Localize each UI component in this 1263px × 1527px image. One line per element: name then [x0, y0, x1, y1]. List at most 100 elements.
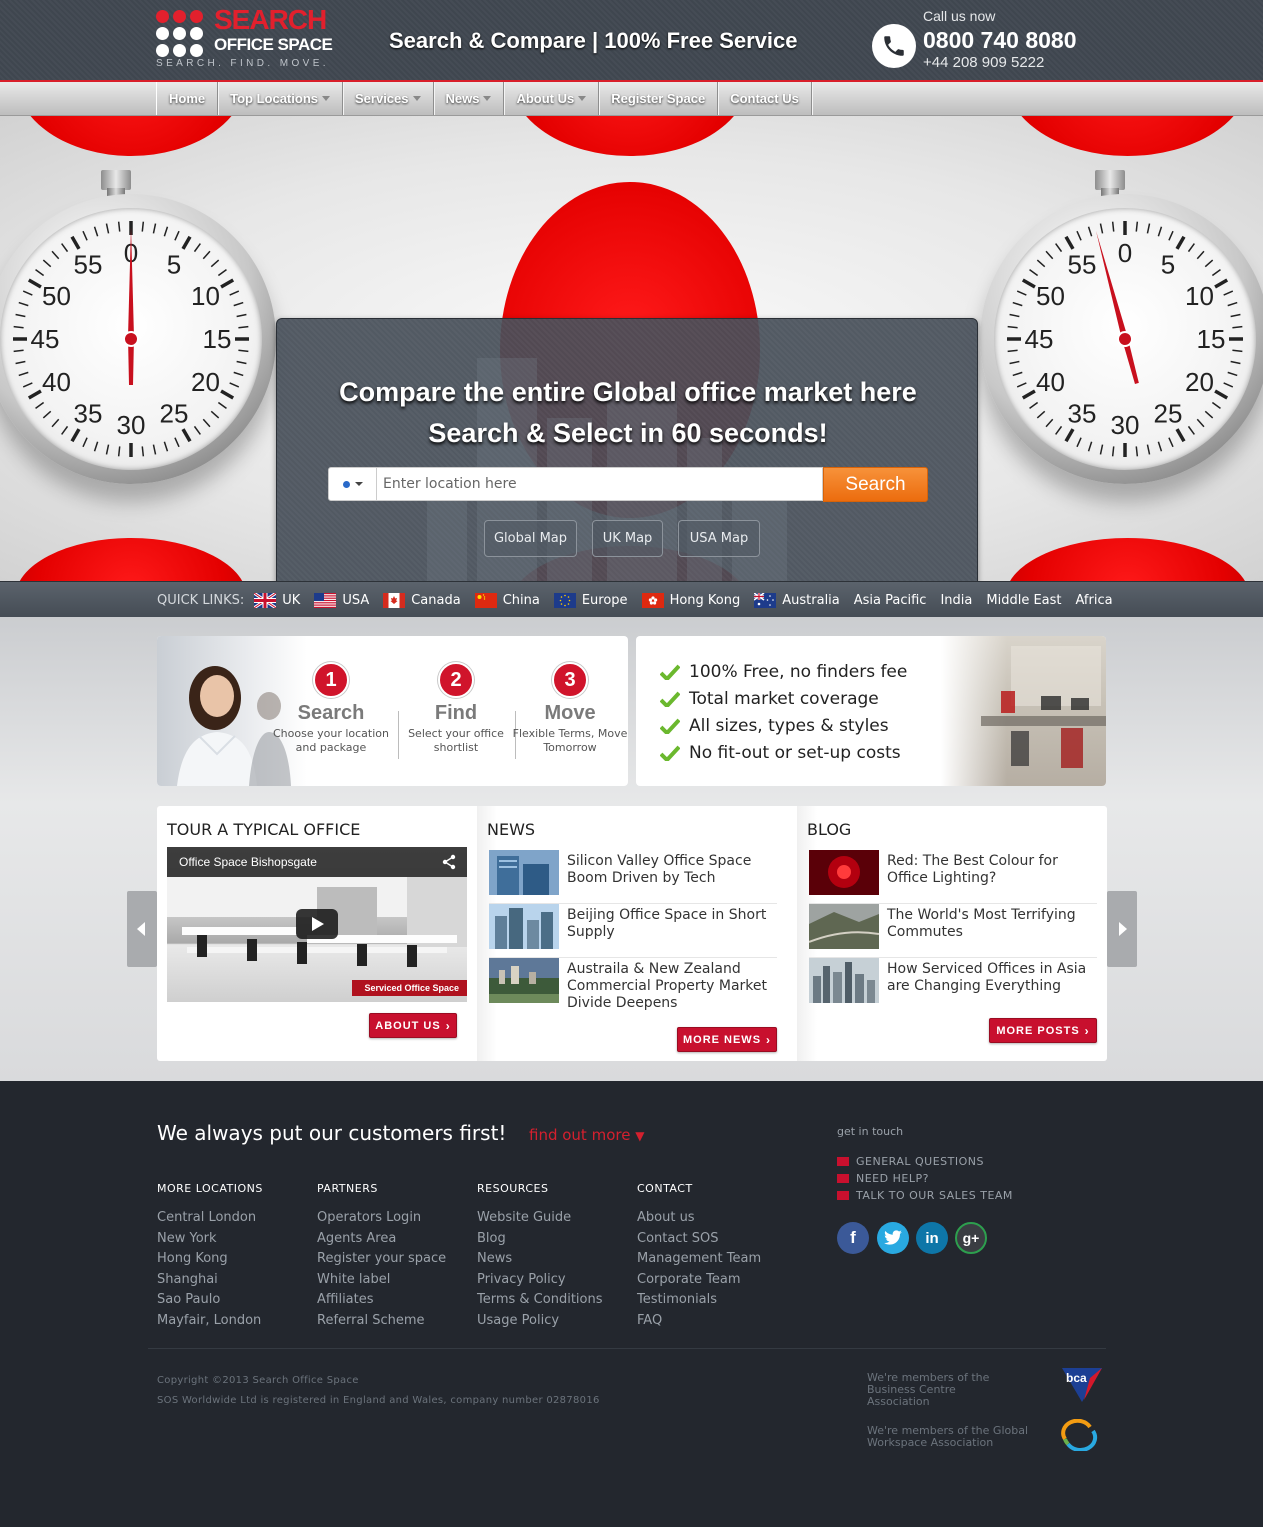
blog-item[interactable]: The World's Most Terrifying Commutes [809, 904, 1097, 958]
footer-link[interactable]: Referral Scheme [317, 1311, 477, 1332]
news-item[interactable]: Beijing Office Space in Short Supply [489, 904, 777, 958]
nav-item-contact-us[interactable]: Contact Us [718, 82, 812, 115]
blog-item[interactable]: How Serviced Offices in Asia are Changin… [809, 958, 1097, 1012]
dial-number: 50 [1036, 281, 1065, 311]
nav-item-about-us[interactable]: About Us [504, 82, 600, 115]
logo-tagline: SEARCH. FIND. MOVE. [156, 58, 329, 69]
quick-link-middle-east[interactable]: Middle East [986, 593, 1061, 608]
google-plus-icon[interactable]: g+ [955, 1222, 987, 1254]
region-dropdown[interactable] [328, 467, 377, 501]
news-item[interactable]: Silicon Valley Office Space Boom Driven … [489, 850, 777, 904]
phone-number[interactable]: 0800 740 8080 [923, 27, 1077, 54]
more-posts-button[interactable]: MORE POSTS › [989, 1018, 1097, 1043]
footer-link[interactable]: Blog [477, 1229, 637, 1250]
about-us-button[interactable]: ABOUT US › [369, 1013, 457, 1038]
footer-link[interactable]: FAQ [637, 1311, 797, 1332]
quick-link-australia[interactable]: Australia [754, 592, 840, 608]
twitter-icon[interactable] [877, 1222, 909, 1254]
dial-tick [217, 269, 227, 277]
quick-link-hong-kong[interactable]: Hong Kong [641, 592, 740, 608]
footer-link[interactable]: News [477, 1249, 637, 1270]
footer-link[interactable]: Hong Kong [157, 1249, 317, 1270]
share-icon[interactable] [441, 854, 457, 870]
facebook-icon[interactable]: f [837, 1222, 869, 1254]
dial-number: 30 [117, 410, 146, 440]
more-news-button[interactable]: MORE NEWS › [677, 1027, 777, 1052]
chevron-right-icon: › [445, 1018, 451, 1033]
blog-item[interactable]: Red: The Best Colour for Office Lighting… [809, 850, 1097, 904]
footer-link[interactable]: Shanghai [157, 1270, 317, 1291]
dial-tick [174, 437, 180, 448]
quick-link-africa[interactable]: Africa [1076, 593, 1113, 608]
news-headline: Austraila & New Zealand Commercial Prope… [567, 961, 767, 1011]
footer-link[interactable]: New York [157, 1229, 317, 1250]
sales-team-link[interactable]: TALK TO OUR SALES TEAM [837, 1189, 1013, 1202]
header-tagline: Search & Compare | 100% Free Service [389, 28, 798, 53]
footer-link[interactable]: Corporate Team [637, 1270, 797, 1291]
site-logo[interactable]: SEARCH OFFICE SPACE SEARCH. FIND. MOVE. [156, 4, 336, 72]
play-icon[interactable] [296, 909, 338, 939]
copyright-text: Copyright ©2013 Search Office Space [157, 1375, 359, 1386]
quick-link-india[interactable]: India [940, 593, 972, 608]
footer-link[interactable]: Sao Paulo [157, 1290, 317, 1311]
news-title: NEWS [487, 820, 536, 839]
carousel-prev-button[interactable] [127, 891, 157, 967]
footer-link[interactable]: Website Guide [477, 1208, 637, 1229]
nav-item-top-locations[interactable]: Top Locations [218, 82, 343, 115]
bca-logo[interactable]: bca [1060, 1366, 1104, 1404]
footer-link[interactable]: Operators Login [317, 1208, 477, 1229]
footer-link[interactable]: Privacy Policy [477, 1270, 637, 1291]
need-help-link[interactable]: NEED HELP? [837, 1172, 929, 1185]
footer-link[interactable]: Usage Policy [477, 1311, 637, 1332]
step-desc: Choose your location and package [273, 727, 389, 754]
quick-link-uk[interactable]: UK [254, 592, 300, 608]
footer-link[interactable]: Testimonials [637, 1290, 797, 1311]
dropdown-caret-icon [412, 96, 421, 101]
dial-tick [82, 437, 88, 448]
uk-map-button[interactable]: UK Map [592, 520, 663, 557]
blog-title: BLOG [807, 820, 852, 839]
quick-link-canada[interactable]: Canada [383, 592, 461, 608]
dial-tick [1230, 313, 1241, 318]
location-search-input[interactable] [377, 467, 823, 501]
footer-link[interactable]: Central London [157, 1208, 317, 1229]
footer-link[interactable]: About us [637, 1208, 797, 1229]
footer-link[interactable]: Affiliates [317, 1290, 477, 1311]
footer-link[interactable]: Agents Area [317, 1229, 477, 1250]
quick-link-asia-pacific[interactable]: Asia Pacific [854, 593, 927, 608]
footer-col-contact: CONTACT About us Contact SOS Management … [637, 1182, 797, 1332]
footer-link[interactable]: Register your space [317, 1249, 477, 1270]
nav-item-services[interactable]: Services [343, 82, 434, 115]
phone-number-intl[interactable]: +44 208 909 5222 [923, 54, 1044, 71]
search-button[interactable]: Search [823, 467, 928, 502]
footer-link[interactable]: Terms & Conditions [477, 1290, 637, 1311]
step-find: 2 Find Select your office shortlist [396, 662, 516, 755]
red-disc-decoration [15, 116, 247, 156]
general-questions-link[interactable]: GENERAL QUESTIONS [837, 1155, 984, 1168]
gwa-membership-text: We're members of the Global Workspace As… [867, 1424, 1029, 1449]
find-out-more-link[interactable]: find out more ▼ [529, 1126, 644, 1144]
news-item[interactable]: Austraila & New Zealand Commercial Prope… [489, 958, 777, 1028]
footer-col-locations: MORE LOCATIONS Central London New York H… [157, 1182, 317, 1332]
quick-link-europe[interactable]: Europe [553, 592, 628, 608]
carousel-next-button[interactable] [1107, 891, 1137, 967]
tour-title: TOUR A TYPICAL OFFICE [167, 820, 361, 839]
gwa-logo[interactable] [1060, 1418, 1098, 1453]
quick-link-china[interactable]: China [474, 592, 540, 608]
dial-number: 30 [1111, 410, 1140, 440]
usa-map-button[interactable]: USA Map [678, 520, 760, 557]
footer-link[interactable]: Contact SOS [637, 1229, 797, 1250]
footer-link[interactable]: Mayfair, London [157, 1311, 317, 1332]
quick-link-usa[interactable]: USA [314, 592, 369, 608]
footer-link[interactable]: Management Team [637, 1249, 797, 1270]
nav-item-news[interactable]: News [434, 82, 505, 115]
flag-australia-icon [754, 592, 777, 608]
global-map-button[interactable]: Global Map [484, 520, 577, 557]
linkedin-icon[interactable]: in [916, 1222, 948, 1254]
dial-number: 25 [160, 398, 189, 428]
nav-item-register-space[interactable]: Register Space [599, 82, 719, 115]
nav-item-home[interactable]: Home [157, 82, 219, 115]
office-tour-video[interactable]: Office Space Bishopsgate Serviced Office… [167, 847, 467, 1002]
envelope-icon [837, 1157, 849, 1166]
footer-link[interactable]: White label [317, 1270, 477, 1291]
